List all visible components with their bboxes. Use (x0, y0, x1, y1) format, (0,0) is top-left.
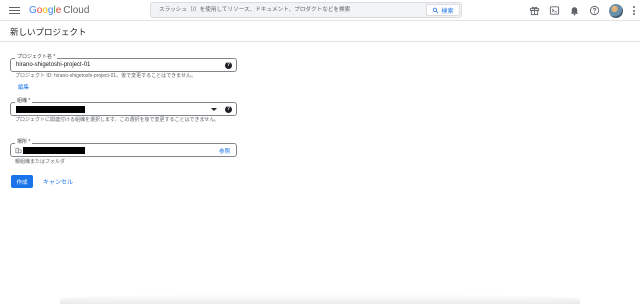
cancel-button[interactable]: キャンセル (38, 175, 78, 188)
page-header: 新しいプロジェクト (0, 21, 640, 42)
more-options-icon[interactable] (632, 6, 636, 15)
location-value-redacted (23, 147, 85, 154)
search-button-label: 検索 (441, 8, 454, 15)
organization-hint: プロジェクトに関連付ける組織を選択します。この選択を後で変更することはできません… (15, 117, 220, 123)
help-icon[interactable] (589, 5, 600, 16)
google-cloud-logo[interactable]: Google Cloud (29, 4, 89, 17)
logo-cloud-text: Cloud (63, 5, 90, 16)
logo-letter: G (29, 5, 37, 16)
dropdown-arrow-icon[interactable] (211, 108, 217, 111)
organization-label: 組織 * (15, 98, 33, 105)
notifications-icon[interactable] (569, 5, 580, 16)
create-button[interactable]: 作成 (11, 175, 33, 188)
page-title: 新しいプロジェクト (10, 27, 87, 37)
gift-icon[interactable] (529, 5, 540, 16)
organization-icon (15, 147, 22, 154)
organization-value-redacted (16, 106, 85, 113)
search-input[interactable] (159, 3, 429, 17)
organization-select[interactable]: 組織 * ? (10, 98, 237, 116)
logo-letter: e (55, 5, 62, 16)
edit-project-id-link[interactable]: 編集 (18, 83, 29, 91)
organization-help-icon[interactable]: ? (225, 106, 232, 113)
search-bar: 検索 (150, 2, 462, 18)
cloud-shell-icon[interactable] (549, 5, 560, 16)
top-app-bar: GoogleCloud 検索 (0, 0, 640, 21)
location-field[interactable]: 場所 * 参照 (10, 139, 237, 157)
project-name-help-icon[interactable]: ? (225, 62, 232, 69)
project-id-hint: プロジェクト ID: hirano-shigetoshi-project-01。… (15, 73, 196, 79)
project-name-field[interactable]: プロジェクト名 * hirano-shigetoshi-project-01 ? (10, 54, 237, 72)
project-name-value[interactable]: hirano-shigetoshi-project-01 (16, 62, 90, 68)
menu-icon[interactable] (9, 5, 20, 16)
avatar[interactable] (609, 3, 623, 18)
project-name-label: プロジェクト名 * (15, 54, 58, 61)
search-button[interactable]: 検索 (426, 4, 460, 16)
location-hint: 親組織またはフォルダ (15, 159, 66, 165)
bottom-shadow (60, 294, 580, 304)
search-icon (433, 7, 439, 13)
location-label: 場所 * (15, 139, 33, 146)
top-icons (529, 3, 636, 18)
browse-link[interactable]: 参照 (219, 147, 230, 155)
